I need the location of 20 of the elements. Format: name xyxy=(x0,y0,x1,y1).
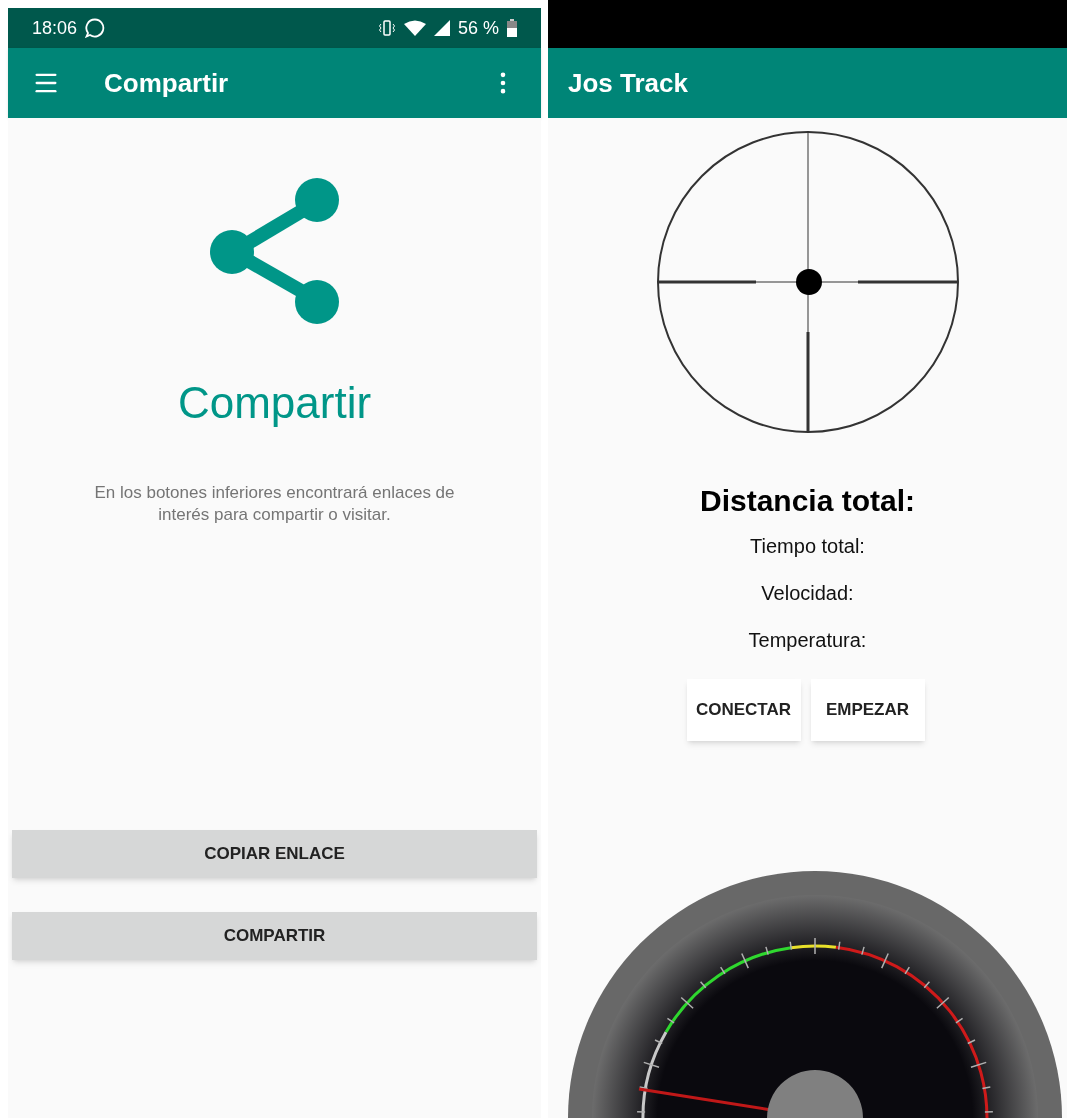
wifi-icon xyxy=(403,20,426,36)
share-heading: Compartir xyxy=(177,377,372,429)
battery-icon xyxy=(507,19,517,37)
action-button[interactable]: COMPARTIR xyxy=(12,912,537,960)
action-button[interactable]: COPIAR ENLACE xyxy=(12,830,537,878)
stat-label: Tiempo total: xyxy=(750,534,865,559)
action-button[interactable]: EMPEZAR xyxy=(810,679,925,741)
share-icon xyxy=(208,178,341,324)
app-bar-title: Jos Track xyxy=(568,66,688,100)
description-text: En los botones inferiores encontrará enlaces de interés para compartir o visitar. xyxy=(93,482,456,526)
stat-label: Velocidad: xyxy=(761,581,854,606)
signal-icon xyxy=(433,20,450,36)
distance-label: Distancia total: xyxy=(699,483,915,519)
chat-bubble-icon xyxy=(85,18,106,38)
status-time: 18:06 xyxy=(32,16,78,40)
vibrate-icon xyxy=(377,20,396,36)
action-button[interactable]: CONECTAR xyxy=(686,679,801,741)
battery-percent: 56 % xyxy=(457,16,499,40)
stat-label: Temperatura: xyxy=(748,628,867,653)
app-bar-title: Compartir xyxy=(104,66,229,100)
